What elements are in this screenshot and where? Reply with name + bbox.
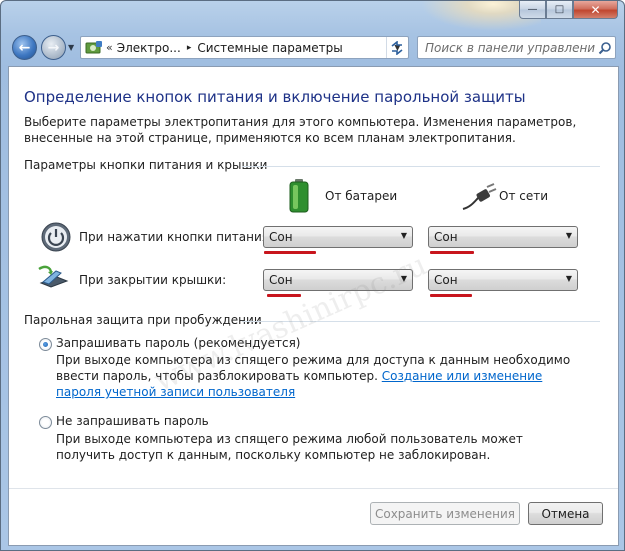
search-box[interactable]: Поиск в панели управления: [417, 36, 616, 59]
power-button-icon: [41, 222, 71, 252]
power-button-ac-select[interactable]: Сон ▼: [428, 226, 578, 248]
refresh-button[interactable]: [385, 36, 409, 59]
chevron-down-icon: ▼: [565, 231, 572, 240]
breadcrumb-separator-icon[interactable]: ▸: [187, 43, 192, 53]
require-password-label[interactable]: Запрашивать пароль (рекомендуется): [56, 336, 300, 350]
power-button-battery-select[interactable]: Сон ▼: [263, 226, 413, 248]
section-divider: [242, 166, 600, 167]
require-password-description: При выходе компьютера из спящего режима …: [56, 352, 576, 400]
content-pane: Определение кнопок питания и включение п…: [8, 66, 619, 546]
history-dropdown-icon[interactable]: ▼: [68, 43, 74, 52]
column-header-ac: От сети: [499, 189, 549, 203]
no-password-description: При выходе компьютера из спящего режима …: [56, 432, 523, 462]
laptop-lid-icon: [38, 265, 69, 288]
window-frame: — □ ✕ ← → ▼ « Электро... ▸ Системные пар…: [0, 0, 625, 551]
address-bar[interactable]: « Электро... ▸ Системные параметры ▼: [80, 36, 409, 59]
section-divider: [242, 321, 600, 322]
no-password-label[interactable]: Не запрашивать пароль: [56, 414, 209, 428]
lid-close-ac-select[interactable]: Сон ▼: [428, 269, 578, 291]
power-plug-icon: [462, 183, 497, 210]
cancel-button[interactable]: Отмена: [528, 502, 603, 525]
row-label-power-button: При нажатии кнопки питания:: [79, 230, 274, 244]
require-password-radio[interactable]: [39, 338, 52, 351]
row-label-lid-close: При закрытии крышки:: [79, 273, 227, 287]
search-icon[interactable]: [595, 41, 615, 55]
select-value: Сон: [434, 230, 458, 244]
section-title-password: Парольная защита при пробуждении: [24, 313, 262, 327]
back-arrow-icon: ←: [18, 39, 31, 56]
chevron-down-icon: ▼: [565, 274, 572, 283]
back-button[interactable]: ←: [12, 35, 37, 60]
page-title: Определение кнопок питания и включение п…: [24, 88, 526, 106]
breadcrumb-item-power[interactable]: Электро...: [117, 41, 181, 55]
annotation-underline: [430, 251, 474, 254]
footer-divider: [9, 488, 618, 489]
save-changes-button[interactable]: Сохранить изменения: [370, 502, 520, 525]
annotation-underline: [264, 251, 316, 254]
caption-buttons: — □ ✕: [519, 1, 618, 19]
minimize-button[interactable]: —: [519, 1, 546, 19]
chevron-down-icon: ▼: [400, 274, 407, 283]
annotation-underline: [267, 294, 301, 297]
chevron-down-icon: ▼: [400, 231, 407, 240]
no-password-radio[interactable]: [39, 416, 52, 429]
forward-button[interactable]: →: [41, 35, 66, 60]
search-input[interactable]: Поиск в панели управления: [418, 41, 595, 55]
lid-close-battery-select[interactable]: Сон ▼: [263, 269, 413, 291]
breadcrumb-overflow[interactable]: «: [106, 41, 113, 54]
control-panel-icon: [84, 39, 104, 57]
annotation-underline: [430, 294, 472, 297]
maximize-button[interactable]: □: [546, 1, 573, 19]
page-intro: Выберите параметры электропитания для эт…: [24, 115, 577, 145]
close-button[interactable]: ✕: [573, 1, 618, 19]
select-value: Сон: [269, 273, 293, 287]
section-title-power-buttons: Параметры кнопки питания и крышки: [24, 158, 268, 172]
select-value: Сон: [269, 230, 293, 244]
refresh-icon: [391, 40, 403, 55]
column-header-battery: От батареи: [325, 189, 398, 203]
select-value: Сон: [434, 273, 458, 287]
forward-arrow-icon: →: [47, 39, 60, 56]
battery-icon: [289, 179, 309, 213]
breadcrumb-item-system-settings[interactable]: Системные параметры: [197, 41, 342, 55]
